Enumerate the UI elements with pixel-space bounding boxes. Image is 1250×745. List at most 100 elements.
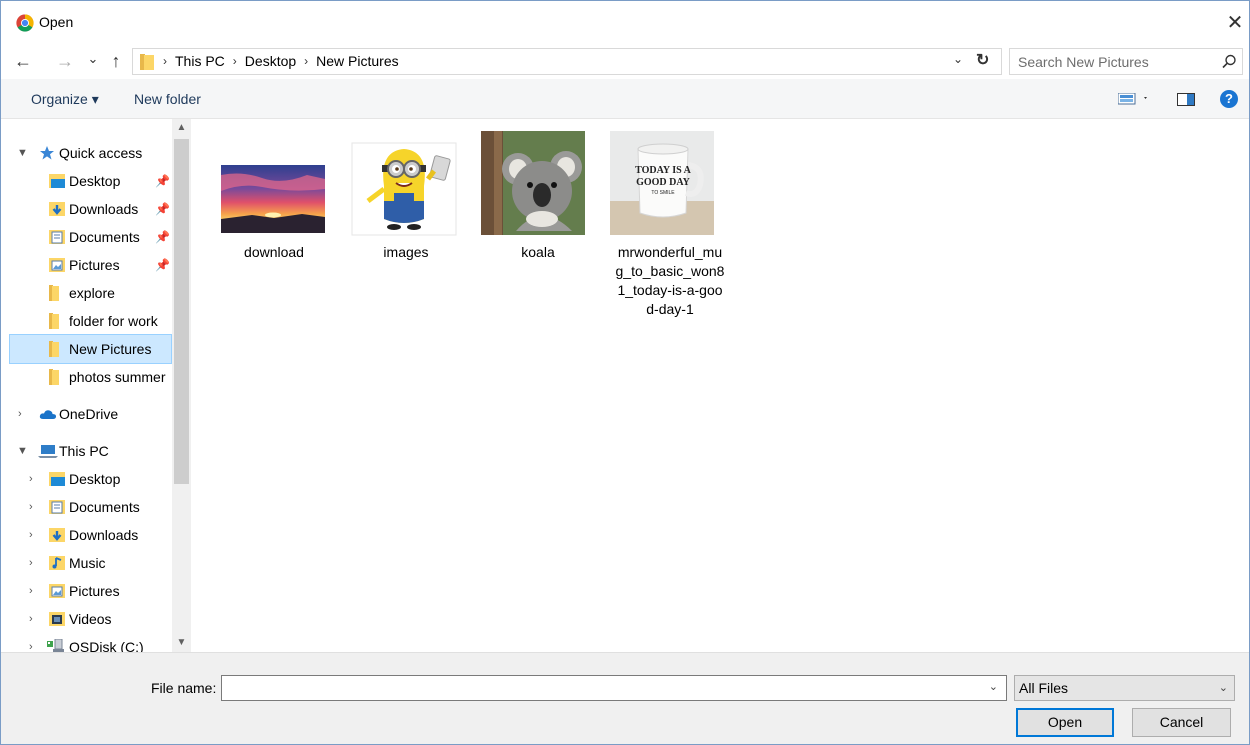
sidebar-item-pc-osdisk[interactable]: › OSDisk (C:): [1, 633, 172, 652]
sidebar-item-desktop[interactable]: Desktop 📌: [39, 167, 172, 195]
open-file-dialog: Open ✕ ← → ⌄ ↑ › This PC › Desktop › New…: [0, 0, 1250, 745]
videos-folder-icon: [49, 612, 65, 626]
close-button[interactable]: ✕: [1223, 11, 1247, 35]
sidebar-item-downloads[interactable]: Downloads 📌: [39, 195, 172, 223]
sidebar-item-documents[interactable]: Documents 📌: [39, 223, 172, 251]
sidebar-item-pictures[interactable]: Pictures 📌: [39, 251, 172, 279]
sidebar-item-label: Downloads: [69, 527, 139, 543]
downloads-folder-icon: [49, 528, 65, 542]
file-name: download: [244, 244, 304, 260]
chevron-right-icon[interactable]: ›: [18, 400, 22, 428]
koala-thumbnail: [481, 131, 585, 235]
command-toolbar: Organize ▾ New folder ?: [1, 79, 1249, 119]
chevron-right-icon[interactable]: ›: [29, 605, 33, 633]
sidebar-item-label: Desktop: [69, 471, 121, 487]
chevron-down-icon[interactable]: ▼: [17, 437, 28, 465]
sidebar-item-pc-desktop[interactable]: › Desktop: [1, 465, 172, 493]
pin-icon[interactable]: 📌: [155, 251, 170, 279]
sidebar-item-this-pc[interactable]: ▼ This PC: [1, 437, 172, 465]
sidebar-item-label: New Pictures: [69, 341, 152, 357]
pictures-folder-icon: [49, 584, 65, 598]
change-view-icon[interactable]: [1118, 93, 1150, 105]
sidebar-item-quick-access[interactable]: ▼ Quick access: [1, 139, 172, 167]
folder-icon: [49, 341, 59, 357]
sidebar-item-pc-documents[interactable]: › Documents: [1, 493, 172, 521]
file-item-images[interactable]: images: [344, 131, 468, 260]
minion-thumbnail: [351, 142, 457, 236]
sidebar-item-new-pictures[interactable]: New Pictures: [9, 334, 172, 364]
file-item-download[interactable]: download: [212, 131, 336, 260]
back-button[interactable]: ←: [11, 49, 35, 73]
chevron-right-icon[interactable]: ›: [29, 549, 33, 577]
chevron-right-icon[interactable]: ›: [29, 521, 33, 549]
recent-locations-button[interactable]: ⌄: [81, 47, 105, 71]
new-folder-button[interactable]: New folder: [134, 91, 201, 107]
search-input[interactable]: [1010, 49, 1215, 74]
pin-icon[interactable]: 📌: [155, 223, 170, 251]
sidebar-item-label: Documents: [69, 229, 140, 245]
help-icon[interactable]: ?: [1220, 90, 1238, 108]
forward-button[interactable]: →: [53, 49, 77, 73]
file-name-line: mrwonderful_mu: [617, 244, 723, 260]
computer-icon: [38, 445, 58, 458]
chevron-right-icon[interactable]: ›: [29, 493, 33, 521]
sidebar-item-label: explore: [69, 285, 115, 301]
sidebar-item-pc-downloads[interactable]: › Downloads: [1, 521, 172, 549]
documents-folder-icon: [49, 500, 65, 514]
sidebar-item-explore[interactable]: explore: [39, 279, 172, 307]
folder-icon: [49, 369, 59, 385]
file-name: images: [383, 244, 429, 260]
sidebar-item-pc-music[interactable]: › Music: [1, 549, 172, 577]
up-button[interactable]: ↑: [104, 49, 128, 73]
chevron-right-icon[interactable]: ›: [29, 633, 33, 652]
navigation-scrollbar[interactable]: ▲ ▼: [172, 119, 191, 652]
folder-icon: [140, 54, 154, 70]
sidebar-item-label: OneDrive: [59, 406, 119, 422]
refresh-icon[interactable]: ↻: [976, 50, 989, 70]
preview-pane-icon[interactable]: [1177, 93, 1195, 106]
file-name-combobox[interactable]: ⌄: [221, 675, 1007, 701]
sidebar-item-onedrive[interactable]: › OneDrive: [1, 400, 172, 428]
breadcrumb-new-pictures[interactable]: New Pictures: [316, 53, 398, 69]
dialog-title: Open: [39, 14, 74, 30]
chevron-right-icon[interactable]: ›: [29, 577, 33, 605]
breadcrumb-desktop[interactable]: Desktop: [245, 53, 296, 69]
scrollbar-thumb[interactable]: [174, 139, 189, 484]
folder-icon: [49, 285, 59, 301]
chevron-down-icon[interactable]: ⌄: [989, 680, 998, 693]
breadcrumb-this-pc[interactable]: This PC: [175, 53, 225, 69]
pin-icon[interactable]: 📌: [155, 195, 170, 223]
sidebar-item-folder-for-work[interactable]: folder for work: [39, 307, 172, 335]
chevron-right-icon[interactable]: ›: [29, 465, 33, 493]
mug-text-line-2: GOOD DAY: [636, 177, 691, 188]
pin-icon[interactable]: 📌: [155, 167, 170, 195]
scroll-down-icon[interactable]: ▼: [172, 634, 191, 652]
sidebar-item-label: Desktop: [69, 173, 121, 189]
search-icon[interactable]: [1220, 53, 1238, 71]
star-icon: [40, 146, 54, 160]
open-button[interactable]: Open: [1016, 708, 1114, 737]
sidebar-item-pc-videos[interactable]: › Videos: [1, 605, 172, 633]
chevron-down-icon[interactable]: ▼: [17, 139, 28, 167]
sunset-thumbnail: [221, 165, 325, 233]
sidebar-item-pc-pictures[interactable]: › Pictures: [1, 577, 172, 605]
cancel-button[interactable]: Cancel: [1132, 708, 1231, 737]
address-bar[interactable]: › This PC › Desktop › New Pictures ⌄ ↻: [132, 48, 1002, 75]
back-arrow-icon: ←: [14, 51, 32, 71]
file-name-input[interactable]: [222, 676, 982, 700]
file-item-koala[interactable]: koala: [476, 131, 600, 260]
pictures-folder-icon: [49, 258, 65, 272]
navigation-bar: ← → ⌄ ↑ › This PC › Desktop › New Pictur…: [1, 45, 1249, 79]
address-dropdown-icon[interactable]: ⌄: [953, 52, 963, 66]
sidebar-item-label: photos summer: [69, 369, 166, 385]
file-item-mrwonderful-mug[interactable]: TODAY IS A GOOD DAY TO SMILE mrwonderful…: [608, 131, 732, 321]
sidebar-item-photos-summer[interactable]: photos summer: [39, 363, 172, 391]
file-type-select[interactable]: All Files ⌄: [1014, 675, 1235, 701]
search-box[interactable]: [1009, 48, 1243, 75]
downloads-folder-icon: [49, 202, 65, 216]
file-name-line: g_to_basic_won8: [615, 263, 725, 279]
chevron-down-icon: ⌄: [87, 51, 99, 66]
organize-button[interactable]: Organize ▾: [31, 91, 99, 108]
scroll-up-icon[interactable]: ▲: [172, 119, 191, 137]
sidebar-item-label: Pictures: [69, 583, 120, 599]
